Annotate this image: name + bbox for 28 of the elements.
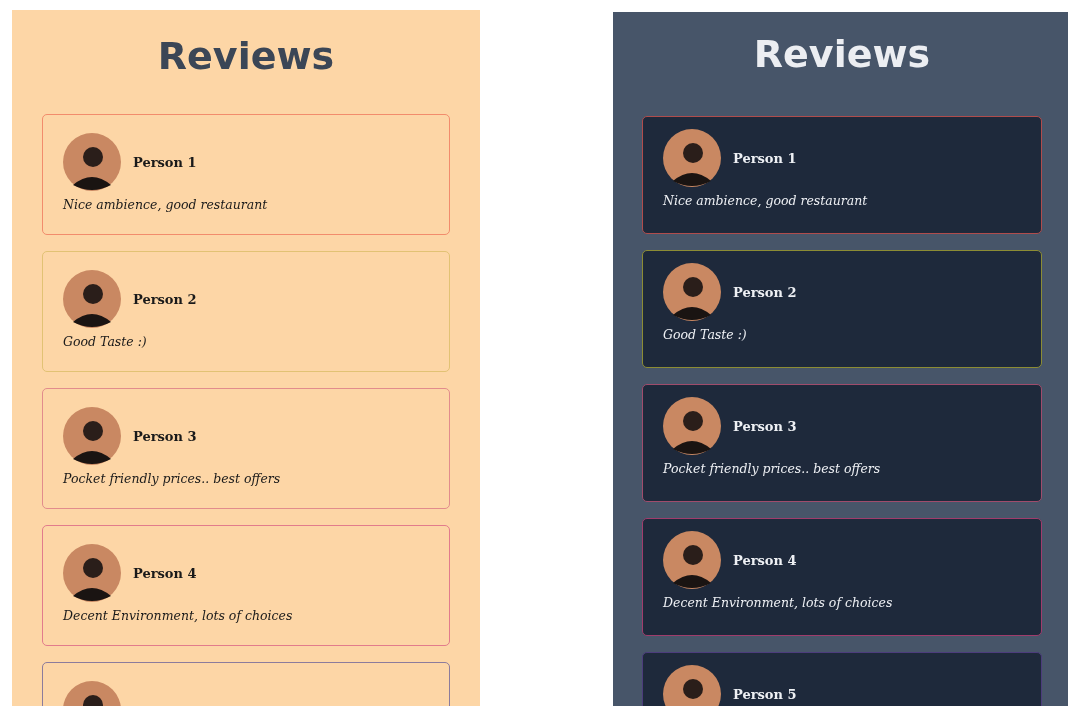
review-text: Decent Environment, lots of choices xyxy=(63,608,294,623)
avatar-icon xyxy=(663,531,721,589)
avatar-icon xyxy=(63,270,121,328)
reviewer-name: Person 1 xyxy=(133,154,197,170)
reviewer-name: Person 3 xyxy=(733,418,797,434)
avatar-icon xyxy=(63,133,121,191)
avatar-icon xyxy=(663,397,721,455)
reviewer-name: Person 2 xyxy=(733,284,797,300)
avatar-icon xyxy=(663,263,721,321)
review-text: Pocket friendly prices.. best offers xyxy=(663,461,882,476)
avatar-icon xyxy=(663,665,721,706)
reviewer-name: Person 4 xyxy=(133,565,197,581)
review-text: Nice ambience, good restaurant xyxy=(663,193,869,208)
panel-title: Reviews xyxy=(156,34,336,78)
avatar-icon xyxy=(663,129,721,187)
review-text: Pocket friendly prices.. best offers xyxy=(63,471,282,486)
review-text: Nice ambience, good restaurant xyxy=(63,197,269,212)
review-text: Good Taste :) xyxy=(63,334,148,349)
reviewer-name: Person 4 xyxy=(733,552,797,568)
review-text: Good Taste :) xyxy=(663,327,748,342)
review-text: Decent Environment, lots of choices xyxy=(663,595,894,610)
reviewer-name: Person 3 xyxy=(133,428,197,444)
reviewer-name: Person 5 xyxy=(733,686,797,702)
panel-title: Reviews xyxy=(752,32,932,76)
reviewer-name: Person 1 xyxy=(733,150,797,166)
avatar-icon xyxy=(63,407,121,465)
reviewer-name: Person 2 xyxy=(133,291,197,307)
avatar-icon xyxy=(63,544,121,602)
